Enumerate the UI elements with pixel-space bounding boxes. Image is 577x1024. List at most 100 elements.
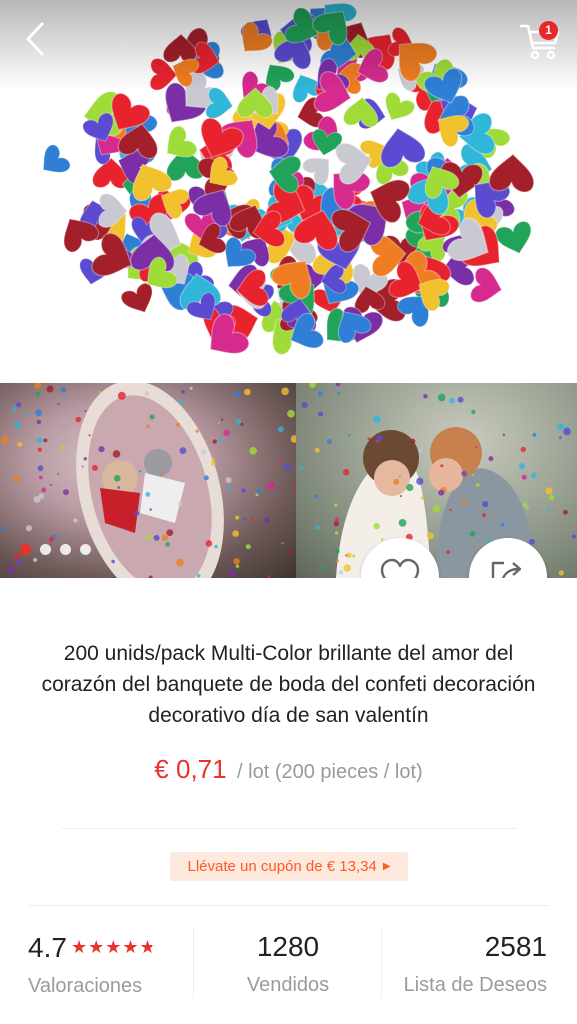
- confetti-dot: [212, 439, 217, 444]
- heart-icon: [380, 558, 420, 578]
- confetti-dot: [264, 517, 270, 523]
- wishlist-stat[interactable]: 2581 Lista de Deseos: [383, 928, 547, 1008]
- confetti-dot: [416, 477, 424, 485]
- confetti-dot: [201, 449, 207, 455]
- confetti-dot: [1, 436, 10, 445]
- confetti-dot: [46, 385, 54, 393]
- confetti-dot: [241, 488, 246, 493]
- rating-stat[interactable]: 4.7 ★★★★★ Valoraciones: [28, 928, 193, 1008]
- confetti-dot: [145, 424, 150, 429]
- confetti-dot: [218, 438, 223, 443]
- confetti-dot: [211, 458, 215, 462]
- product-title: 200 unids/pack Multi-Color brillante del…: [41, 642, 536, 727]
- confetti-dot: [112, 450, 121, 458]
- confetti-dot: [482, 501, 489, 508]
- confetti-dot: [35, 391, 41, 397]
- confetti-dot: [144, 391, 150, 397]
- confetti-dot: [335, 531, 339, 535]
- star-icon: ★: [105, 937, 123, 957]
- confetti-dot: [509, 431, 512, 434]
- confetti-heart: [488, 152, 536, 194]
- confetti-dot: [115, 403, 119, 406]
- confetti-dot: [420, 496, 424, 500]
- confetti-dot: [278, 458, 282, 462]
- confetti-dot: [278, 426, 284, 433]
- pagination-dot[interactable]: [60, 544, 71, 555]
- sold-stat: 1280 Vendidos: [195, 928, 381, 1008]
- confetti-dot: [245, 544, 251, 550]
- confetti-dot: [482, 513, 486, 517]
- confetti-dot: [437, 393, 446, 402]
- pagination-dot[interactable]: [40, 544, 51, 555]
- confetti-dot: [7, 566, 15, 574]
- confetti-dot: [352, 554, 356, 558]
- confetti-dot: [336, 559, 339, 562]
- confetti-dot: [33, 557, 38, 563]
- confetti-dot: [57, 402, 60, 406]
- confetti-dot: [488, 456, 494, 462]
- pagination-dot[interactable]: [80, 544, 91, 555]
- confetti-dot: [449, 397, 455, 404]
- confetti-dot: [160, 472, 164, 476]
- confetti-dot: [98, 446, 105, 453]
- confetti-dot: [423, 394, 428, 399]
- pagination-dot[interactable]: [20, 544, 31, 555]
- divider: [28, 905, 549, 906]
- gallery-pagination[interactable]: [20, 544, 91, 555]
- confetti-dot: [217, 422, 220, 424]
- confetti-dot: [232, 530, 239, 537]
- confetti-dot: [343, 564, 351, 572]
- confetti-dot: [12, 406, 17, 412]
- confetti-dot: [438, 489, 445, 496]
- confetti-dot: [234, 391, 241, 397]
- confetti-dot: [24, 413, 28, 417]
- confetti-dot: [461, 499, 467, 505]
- confetti-dot: [203, 475, 209, 481]
- confetti-dot: [235, 418, 242, 425]
- confetti-dot: [149, 414, 155, 420]
- rating-label: Valoraciones: [28, 975, 143, 997]
- back-button[interactable]: [18, 18, 58, 62]
- confetti-dot: [37, 465, 44, 472]
- confetti-dot: [161, 534, 168, 541]
- confetti-dot: [278, 504, 281, 507]
- confetti-dot: [334, 517, 340, 522]
- confetti-dot: [243, 517, 247, 521]
- rating-stars: ★★★★★: [71, 928, 157, 966]
- confetti-dot: [318, 391, 323, 397]
- confetti-dot: [250, 518, 254, 522]
- confetti-dot: [348, 434, 351, 437]
- confetti-dot: [178, 501, 183, 506]
- confetti-dot: [475, 483, 480, 487]
- confetti-dot: [189, 386, 193, 390]
- confetti-dot: [563, 509, 568, 515]
- confetti-dot: [178, 398, 184, 404]
- confetti-dot: [181, 390, 185, 394]
- confetti-dot: [461, 470, 467, 477]
- confetti-dot: [376, 434, 383, 441]
- confetti-heart: [493, 219, 538, 259]
- confetti-dot: [73, 518, 78, 523]
- confetti-dot: [557, 423, 564, 430]
- confetti-dot: [522, 502, 528, 508]
- star-icon: ★: [122, 937, 140, 957]
- coupon-button[interactable]: Llévate un cupón de € 13,34 ▶: [170, 852, 408, 881]
- confetti-dot: [314, 494, 319, 499]
- confetti-dot: [88, 434, 91, 437]
- confetti-dot: [228, 569, 236, 577]
- confetti-dot: [117, 391, 126, 400]
- confetti-dot: [145, 492, 151, 497]
- confetti-dot: [281, 542, 284, 545]
- confetti-heart: [377, 89, 418, 128]
- header-gradient: [0, 0, 577, 90]
- confetti-dot: [138, 470, 141, 473]
- confetti-dot: [175, 422, 181, 427]
- confetti-dot: [153, 534, 160, 541]
- confetti-dot: [63, 489, 69, 496]
- product-gallery[interactable]: 1: [0, 0, 577, 578]
- confetti-dot: [334, 503, 338, 507]
- confetti-heart: [33, 142, 73, 183]
- confetti-heart: [118, 280, 160, 320]
- stat-separator: [381, 928, 382, 998]
- confetti-dot: [320, 566, 324, 570]
